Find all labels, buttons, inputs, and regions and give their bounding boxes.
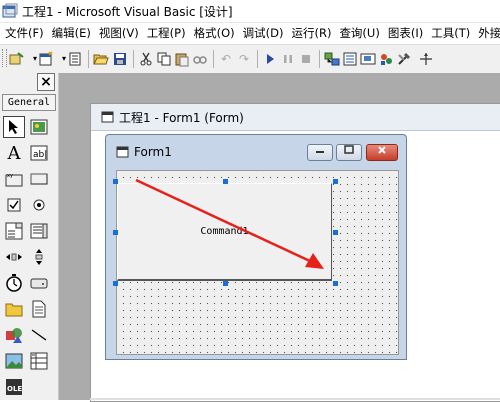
paste-icon[interactable] xyxy=(174,51,190,67)
menu-debug[interactable]: 调试(D) xyxy=(238,23,287,41)
maximize-icon xyxy=(344,145,354,154)
close-icon xyxy=(378,146,386,154)
data-tool-icon[interactable] xyxy=(28,350,50,372)
optionbutton-tool-icon[interactable] xyxy=(28,194,50,216)
listbox-tool-icon[interactable] xyxy=(28,220,50,242)
form-designer-titlebar[interactable]: 工程1 - Form1 (Form) xyxy=(91,104,500,131)
menu-addins[interactable]: 外接程 xyxy=(473,23,500,41)
standard-toolbar: ▾ ▾ ↶ ↷ xyxy=(0,44,500,74)
maximize-button[interactable] xyxy=(336,144,362,161)
object-browser-icon[interactable] xyxy=(378,51,394,67)
menu-tools[interactable]: 工具(T) xyxy=(426,23,473,41)
image-tool-icon[interactable] xyxy=(3,350,25,372)
svg-text:OLE: OLE xyxy=(7,385,22,393)
add-project-icon[interactable] xyxy=(9,51,25,67)
menu-run[interactable]: 运行(R) xyxy=(286,23,334,41)
menu-view[interactable]: 视图(V) xyxy=(94,23,142,41)
menu-format[interactable]: 格式(O) xyxy=(189,23,238,41)
form1-icon xyxy=(116,146,129,158)
resize-handle-left[interactable] xyxy=(113,230,118,235)
resize-handle-bottom[interactable] xyxy=(223,281,228,286)
drivelistbox-tool-icon[interactable] xyxy=(28,272,50,294)
menu-diagram[interactable]: 图表(I) xyxy=(383,23,426,41)
picturebox-tool-icon[interactable] xyxy=(28,116,50,138)
filelistbox-tool-icon[interactable] xyxy=(28,298,50,320)
find-icon[interactable] xyxy=(192,51,208,67)
cut-icon[interactable] xyxy=(138,51,154,67)
combobox-tool-icon[interactable] xyxy=(3,220,25,242)
ole-tool-icon[interactable]: OLE xyxy=(3,376,25,398)
textbox-tool-icon[interactable]: ab| xyxy=(28,142,50,164)
toolbox-panel: × General A ab| xy OLE xyxy=(0,73,59,400)
resize-handle-top[interactable] xyxy=(223,179,228,184)
line-tool-icon[interactable] xyxy=(28,324,50,346)
window-title: 工程1 - Microsoft Visual Basic [设计] xyxy=(22,5,233,19)
add-control-icon[interactable] xyxy=(418,51,434,67)
properties-window-icon[interactable] xyxy=(342,51,358,67)
minimize-icon xyxy=(316,151,324,153)
save-icon[interactable] xyxy=(112,51,128,67)
toolbar-grip-icon[interactable] xyxy=(2,49,7,67)
timer-tool-icon[interactable] xyxy=(3,272,25,294)
svg-text:xy: xy xyxy=(7,173,13,179)
menu-project[interactable]: 工程(P) xyxy=(142,23,189,41)
menu-editor-icon[interactable] xyxy=(67,51,83,67)
resize-handle-bottom-right[interactable] xyxy=(333,281,338,286)
title-bar: 工程1 - Microsoft Visual Basic [设计] xyxy=(0,0,500,23)
frame-tool-icon[interactable]: xy xyxy=(3,168,25,190)
commandbutton-tool-icon[interactable] xyxy=(28,168,50,190)
toolbox-icon[interactable] xyxy=(396,51,412,67)
resize-handle-bottom-left[interactable] xyxy=(113,281,118,286)
label-tool-icon[interactable]: A xyxy=(3,142,25,164)
minimize-button[interactable] xyxy=(307,144,333,161)
form-window-icon xyxy=(101,111,114,123)
command1-caption: Command1 xyxy=(200,226,249,237)
command1-button[interactable]: Command1 xyxy=(117,183,332,281)
form-layout-icon[interactable] xyxy=(360,51,376,67)
hscrollbar-tool-icon[interactable] xyxy=(3,246,25,268)
break-icon[interactable] xyxy=(280,51,296,67)
menu-query[interactable]: 查询(U) xyxy=(334,23,382,41)
form-designer-title: 工程1 - Form1 (Form) xyxy=(119,111,244,125)
open-icon[interactable] xyxy=(93,51,109,67)
vscrollbar-tool-icon[interactable] xyxy=(28,246,50,268)
project-explorer-icon[interactable] xyxy=(324,51,340,67)
dirlistbox-tool-icon[interactable] xyxy=(3,298,25,320)
vb-app-icon xyxy=(2,3,18,18)
resize-handle-right[interactable] xyxy=(333,230,338,235)
resize-handle-top-right[interactable] xyxy=(333,179,338,184)
undo-icon[interactable]: ↶ xyxy=(218,51,234,67)
shape-tool-icon[interactable] xyxy=(3,324,25,346)
add-form-icon[interactable] xyxy=(38,51,54,67)
end-icon[interactable] xyxy=(298,51,314,67)
start-icon[interactable] xyxy=(262,51,278,67)
toolbox-close-button[interactable]: × xyxy=(37,73,55,91)
menu-bar: 文件(F) 编辑(E) 视图(V) 工程(P) 格式(O) 调试(D) 运行(R) 查询(U)… xyxy=(0,23,500,43)
resize-handle-top-left[interactable] xyxy=(113,179,118,184)
svg-text:ab|: ab| xyxy=(33,150,47,160)
form1-title: Form1 xyxy=(134,145,172,159)
redo-icon[interactable]: ↷ xyxy=(236,51,252,67)
menu-edit[interactable]: 编辑(E) xyxy=(47,23,94,41)
copy-icon[interactable] xyxy=(156,51,172,67)
checkbox-tool-icon[interactable] xyxy=(3,194,25,216)
close-button[interactable] xyxy=(366,144,398,161)
toolbox-general-tab[interactable]: General xyxy=(2,94,56,111)
menu-file[interactable]: 文件(F) xyxy=(0,23,47,41)
pointer-tool-icon[interactable] xyxy=(3,116,25,138)
